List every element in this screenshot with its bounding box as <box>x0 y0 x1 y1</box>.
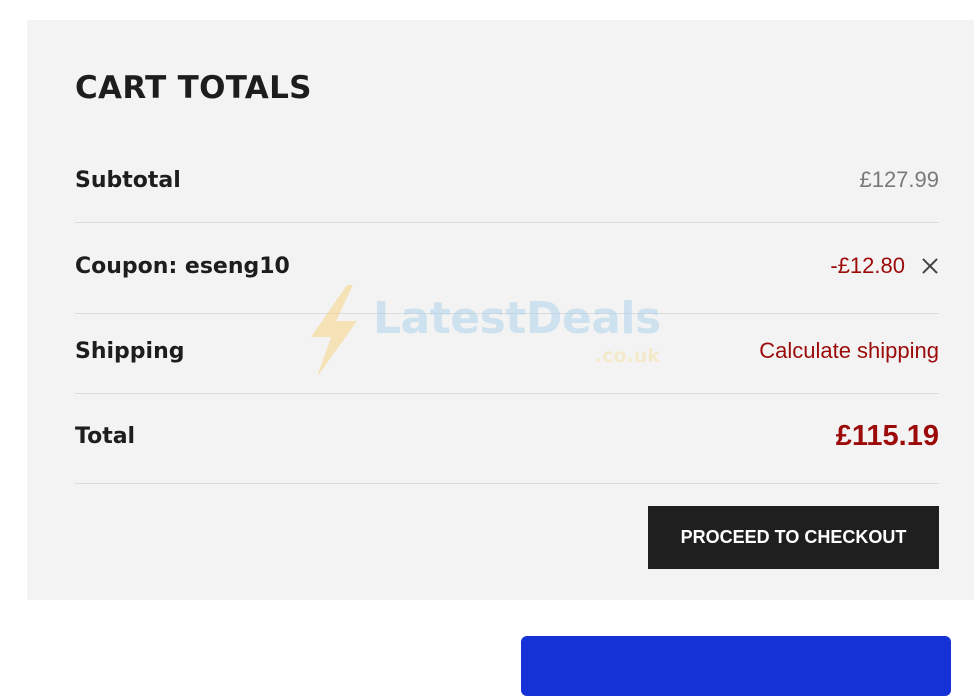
shipping-row: Shipping Calculate shipping <box>75 338 939 364</box>
close-icon[interactable] <box>921 257 939 275</box>
cart-totals-title: CART TOTALS <box>75 70 312 106</box>
shipping-label: Shipping <box>75 338 185 364</box>
divider <box>75 222 939 223</box>
coupon-amount-group: -£12.80 <box>830 253 939 279</box>
coupon-label: Coupon: eseng10 <box>75 253 290 279</box>
divider <box>75 393 939 394</box>
subtotal-label: Subtotal <box>75 167 181 193</box>
coupon-row: Coupon: eseng10 -£12.80 <box>75 253 939 279</box>
coupon-discount-value: -£12.80 <box>830 253 905 278</box>
total-label: Total <box>75 424 136 449</box>
total-row: Total £115.19 <box>75 420 939 453</box>
bottom-action-button[interactable] <box>521 636 951 696</box>
divider <box>75 483 939 484</box>
subtotal-row: Subtotal £127.99 <box>75 167 939 193</box>
divider <box>75 313 939 314</box>
calculate-shipping-link[interactable]: Calculate shipping <box>759 338 939 364</box>
subtotal-value: £127.99 <box>859 167 939 192</box>
proceed-to-checkout-button[interactable]: PROCEED TO CHECKOUT <box>648 506 939 569</box>
total-value: £115.19 <box>835 420 939 452</box>
